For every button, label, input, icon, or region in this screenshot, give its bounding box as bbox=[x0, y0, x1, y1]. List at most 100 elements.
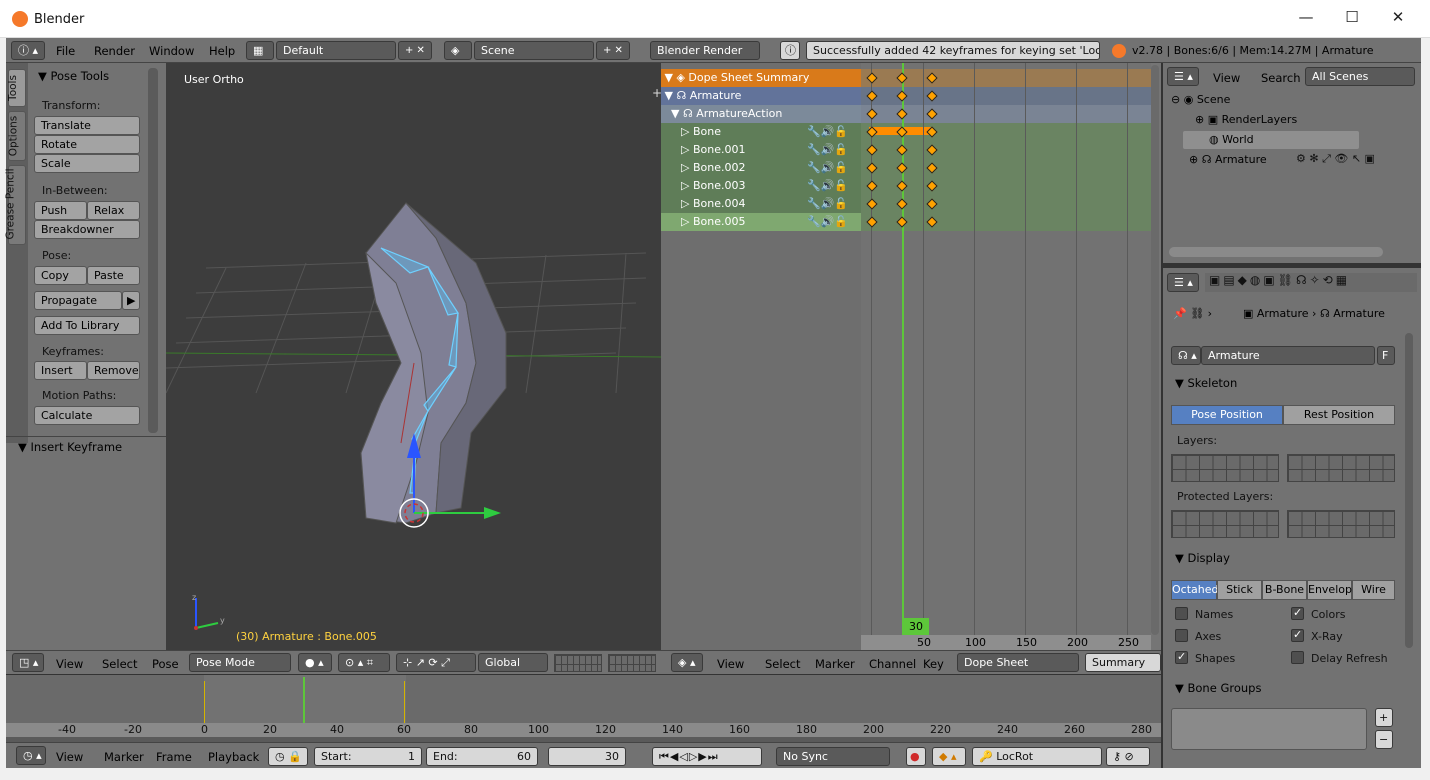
xray-checkbox[interactable] bbox=[1291, 628, 1304, 642]
dope-channel-menu[interactable]: Channel bbox=[869, 657, 916, 671]
render-engine-select[interactable]: Blender Render bbox=[650, 41, 760, 60]
remove-keyframe-button[interactable]: Remove bbox=[87, 361, 140, 380]
editor-type-button[interactable]: ⓘ ▴ bbox=[11, 41, 45, 60]
manipulator-toggles[interactable]: ⊹ ↗ ⟳ ⤢ bbox=[396, 653, 476, 672]
dope-view-menu[interactable]: View bbox=[717, 657, 744, 671]
frame-ruler[interactable]: 50 100 150 200 250 bbox=[861, 635, 1151, 650]
outliner-item-scene[interactable]: ⊖ ◉ Scene bbox=[1171, 93, 1230, 106]
current-frame-indicator[interactable]: 30 bbox=[903, 618, 929, 635]
display-octahedral[interactable]: Octahed bbox=[1171, 580, 1218, 600]
current-frame-field[interactable]: 30 bbox=[548, 747, 626, 766]
scene-layers-2[interactable] bbox=[608, 654, 656, 672]
menu-window[interactable]: Window bbox=[149, 44, 194, 58]
add-to-library-button[interactable]: Add To Library bbox=[34, 316, 140, 335]
pose-position-button[interactable]: Pose Position bbox=[1171, 405, 1283, 425]
dope-mode-select[interactable]: Dope Sheet bbox=[957, 653, 1079, 672]
properties-scrollbar[interactable] bbox=[1405, 333, 1413, 648]
timeline-editor-type[interactable]: ◷ ▴ bbox=[16, 746, 46, 765]
outliner-armature-toggles[interactable]: ⚙ ✻ ⤢ 👁 ↖ ▣ bbox=[1296, 152, 1375, 166]
insert-keyframe-panel-header[interactable]: ▼ Insert Keyframe bbox=[18, 440, 122, 454]
outliner-item-world[interactable]: ◍ World bbox=[1209, 133, 1254, 146]
viewport-view-menu[interactable]: View bbox=[56, 657, 83, 671]
viewport-editor-type[interactable]: ◳ ▴ bbox=[12, 653, 44, 672]
fake-user-button[interactable]: F bbox=[1377, 346, 1395, 365]
translate-button[interactable]: Translate bbox=[34, 116, 140, 135]
sync-mode-select[interactable]: No Sync bbox=[776, 747, 890, 766]
rest-position-button[interactable]: Rest Position bbox=[1283, 405, 1395, 425]
3d-viewport[interactable]: User Ortho z y (30) Armature : Bone.005 bbox=[166, 63, 661, 650]
colors-checkbox[interactable] bbox=[1291, 606, 1304, 620]
pose-tools-header[interactable]: ▼ Pose Tools bbox=[38, 69, 109, 83]
propagate-menu-button[interactable]: ▶ bbox=[122, 291, 140, 310]
bone-layers-grid-1[interactable] bbox=[1171, 454, 1279, 482]
display-wire[interactable]: Wire bbox=[1352, 580, 1395, 600]
properties-context-tabs[interactable]: ▣▤◆◍▣⛓☊✧⟲▦ bbox=[1205, 273, 1417, 292]
display-envelope[interactable]: Envelop bbox=[1307, 580, 1352, 600]
viewport-select-menu[interactable]: Select bbox=[102, 657, 137, 671]
dope-select-menu[interactable]: Select bbox=[765, 657, 800, 671]
scene-add-remove[interactable]: + ✕ bbox=[596, 41, 630, 60]
scene-icon[interactable]: ◈ bbox=[444, 41, 472, 60]
copy-pose-button[interactable]: Copy bbox=[34, 266, 87, 285]
end-frame-field[interactable]: End: 60 bbox=[426, 747, 538, 766]
timeline-playback-menu[interactable]: Playback bbox=[208, 750, 259, 764]
tool-shelf-scrollbar[interactable] bbox=[148, 68, 158, 433]
names-checkbox[interactable] bbox=[1175, 607, 1188, 620]
protected-layers-grid-2[interactable] bbox=[1287, 510, 1395, 538]
keyframe-area[interactable]: 30 50 100 150 200 250 bbox=[861, 63, 1151, 650]
channel-action[interactable]: ▼ ☊ ArmatureAction bbox=[661, 105, 861, 123]
dope-editor-type[interactable]: ◈ ▴ bbox=[671, 653, 703, 672]
dope-marker-menu[interactable]: Marker bbox=[815, 657, 855, 671]
axes-checkbox[interactable] bbox=[1175, 629, 1188, 642]
insert-keyframe-button[interactable]: Insert bbox=[34, 361, 87, 380]
timeline-current-frame[interactable] bbox=[303, 677, 305, 723]
timeline-ruler[interactable]: -40 -20 0 20 40 60 80 100 120 140 160 18… bbox=[6, 723, 1161, 737]
properties-type-button[interactable]: ☰ ▴ bbox=[1167, 273, 1199, 292]
scene-layers-1[interactable] bbox=[554, 654, 602, 672]
layout-field[interactable]: Default bbox=[276, 41, 396, 60]
maximize-button[interactable]: ☐ bbox=[1342, 8, 1362, 30]
scene-field[interactable]: Scene bbox=[474, 41, 594, 60]
outliner-filter-select[interactable]: All Scenes bbox=[1305, 67, 1415, 86]
propagate-button[interactable]: Propagate bbox=[34, 291, 122, 310]
auto-keying-button[interactable]: ● bbox=[906, 747, 926, 766]
mode-select[interactable]: Pose Mode bbox=[189, 653, 291, 672]
armature-data-icon[interactable]: ☊ ▴ bbox=[1171, 346, 1201, 365]
keyframe-insert-delete-buttons[interactable]: ⚷ ⊘ bbox=[1106, 747, 1150, 766]
pivot-select[interactable]: ⊙ ▴ ⌗ bbox=[338, 653, 390, 672]
tab-tools[interactable]: Tools bbox=[7, 69, 26, 107]
protected-layers-grid-1[interactable] bbox=[1171, 510, 1279, 538]
minimize-button[interactable]: — bbox=[1296, 8, 1316, 30]
menu-file[interactable]: File bbox=[56, 44, 75, 58]
dope-key-menu[interactable]: Key bbox=[923, 657, 944, 671]
timeline-area[interactable] bbox=[6, 675, 1161, 723]
layout-icon[interactable]: ▦ bbox=[246, 41, 274, 60]
rotate-button[interactable]: Rotate bbox=[34, 135, 140, 154]
start-frame-field[interactable]: Start: 1 bbox=[314, 747, 422, 766]
timeline-view-menu[interactable]: View bbox=[56, 750, 83, 764]
skeleton-panel-header[interactable]: ▼ Skeleton bbox=[1175, 376, 1237, 390]
breakdowner-button[interactable]: Breakdowner bbox=[34, 220, 140, 239]
bone-groups-list[interactable] bbox=[1171, 708, 1367, 750]
orientation-select[interactable]: Global bbox=[478, 653, 548, 672]
display-bbone[interactable]: B-Bone bbox=[1262, 580, 1307, 600]
display-panel-header[interactable]: ▼ Display bbox=[1175, 551, 1230, 565]
bone-group-add-button[interactable]: + bbox=[1375, 708, 1393, 727]
tab-options[interactable]: Options bbox=[7, 111, 26, 161]
outliner-scrollbar[interactable] bbox=[1169, 247, 1383, 257]
playback-controls[interactable]: ⏮◀◁▷▶⏭ bbox=[652, 747, 762, 766]
menu-help[interactable]: Help bbox=[209, 44, 235, 58]
bone-layers-grid-2[interactable] bbox=[1287, 454, 1395, 482]
layout-add-remove[interactable]: + ✕ bbox=[398, 41, 432, 60]
channel-summary[interactable]: ▼ ◈ Dope Sheet Summary bbox=[661, 69, 861, 87]
push-button[interactable]: Push bbox=[34, 201, 87, 220]
scale-button[interactable]: Scale bbox=[34, 154, 140, 173]
channel-toggle-icons[interactable]: 🔧🔊🔓 🔧🔊🔓 🔧🔊🔓 🔧🔊🔓 🔧🔊🔓 🔧🔊🔓 bbox=[807, 123, 861, 231]
shapes-checkbox[interactable] bbox=[1175, 650, 1188, 664]
timeline-marker-menu[interactable]: Marker bbox=[104, 750, 144, 764]
dope-scrollbar[interactable] bbox=[1151, 65, 1159, 635]
viewport-pose-menu[interactable]: Pose bbox=[152, 657, 179, 671]
armature-name-field[interactable]: Armature bbox=[1201, 346, 1375, 365]
bone-groups-panel-header[interactable]: ▼ Bone Groups bbox=[1175, 681, 1261, 695]
delay-refresh-checkbox[interactable] bbox=[1291, 651, 1304, 664]
